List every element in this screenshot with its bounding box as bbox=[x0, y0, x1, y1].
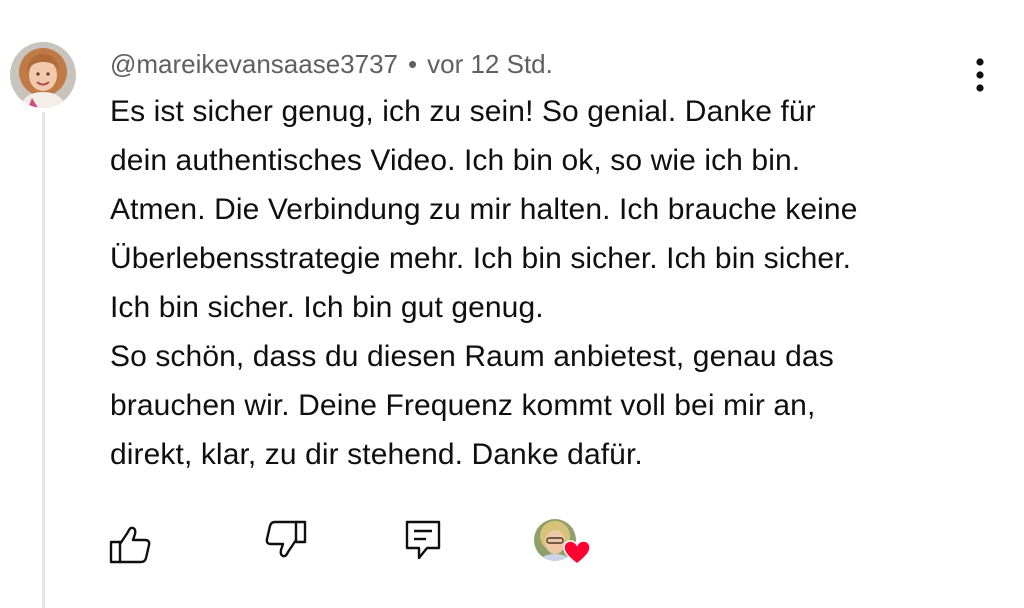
comment-time: vor 12 Std. bbox=[427, 49, 553, 79]
comment-line: direkt, klar, zu dir stehend. Danke dafü… bbox=[110, 438, 643, 471]
comment-line: Atmen. Die Verbindung zu mir halten. Ich… bbox=[110, 193, 858, 226]
comment-line: Überlebensstrategie mehr. Ich bin sicher… bbox=[110, 242, 852, 275]
comment-line: Es ist sicher genug, ich zu sein! So gen… bbox=[110, 95, 816, 128]
creator-heart-badge bbox=[533, 518, 593, 570]
separator-dot: • bbox=[408, 49, 418, 79]
heart-icon bbox=[563, 540, 591, 565]
comment-line: dein authentisches Video. Ich bin ok, so… bbox=[110, 144, 801, 177]
thumbs-up-icon bbox=[109, 526, 151, 564]
reply-comment-icon bbox=[405, 520, 441, 560]
dislike-button[interactable] bbox=[262, 518, 308, 562]
comment-text: Es ist sicher genug, ich zu sein! So gen… bbox=[110, 87, 990, 479]
comment-line: brauchen wir. Deine Frequenz kommt voll … bbox=[110, 389, 816, 422]
author-avatar[interactable] bbox=[10, 42, 76, 108]
author-avatar-image bbox=[10, 42, 76, 108]
thread-line bbox=[42, 112, 45, 608]
comment-line: Ich bin sicher. Ich bin gut genug. bbox=[110, 291, 544, 324]
comment-header: @mareikevansaase3737 • vor 12 Std. bbox=[110, 49, 553, 80]
thumbs-down-icon bbox=[265, 520, 307, 558]
author-handle[interactable]: @mareikevansaase3737 bbox=[110, 49, 398, 79]
reply-button[interactable] bbox=[403, 518, 443, 562]
like-button[interactable] bbox=[108, 522, 154, 566]
comment-line: So schön, dass du diesen Raum anbietest,… bbox=[110, 340, 834, 373]
